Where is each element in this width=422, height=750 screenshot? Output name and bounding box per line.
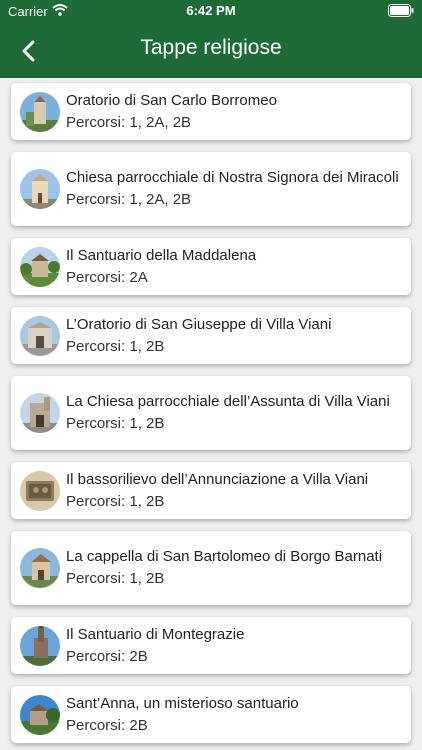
- page-title: Tappe religiose: [140, 36, 282, 59]
- list-item[interactable]: La cappella di San Bartolomeo di Borgo B…: [11, 531, 411, 605]
- stop-routes: Percorsi: 1, 2A, 2B: [66, 113, 192, 131]
- stop-routes: Percorsi: 1, 2B: [66, 337, 165, 355]
- stop-routes: Percorsi: 2B: [66, 647, 148, 665]
- stop-routes: Percorsi: 2A: [66, 268, 148, 286]
- church-thumbnail: [20, 694, 60, 735]
- stop-routes: Percorsi: 2B: [66, 716, 148, 734]
- stops-list: Oratorio di San Carlo Borromeo Percorsi:…: [11, 83, 411, 750]
- stop-name: Chiesa parrocchiale di Nostra Signora de…: [66, 169, 399, 186]
- church-thumbnail: [20, 246, 60, 287]
- stop-routes: Percorsi: 1, 2B: [66, 415, 165, 432]
- navigation-bar: Tappe religiose: [0, 22, 422, 78]
- list-item[interactable]: La Chiesa parrocchiale dell’Assunta di V…: [11, 376, 411, 450]
- stop-name: Oratorio di San Carlo Borromeo: [66, 91, 277, 109]
- church-thumbnail: [20, 91, 60, 132]
- clock: 6:42 PM: [186, 3, 236, 18]
- stop-name: Il Santuario della Maddalena: [66, 246, 257, 264]
- church-thumbnail: [20, 548, 60, 588]
- list-item[interactable]: Il Santuario di Montegrazie Percorsi: 2B: [11, 617, 411, 674]
- list-item[interactable]: Sant’Anna, un misterioso santuario Perco…: [11, 686, 411, 743]
- stop-name: La Chiesa parrocchiale dell’Assunta di V…: [66, 393, 390, 410]
- list-item[interactable]: Il Santuario della Maddalena Percorsi: 2…: [11, 238, 411, 295]
- church-thumbnail: [20, 315, 60, 356]
- stop-name: Il bassorilievo dell’Annunciazione a Vil…: [66, 470, 369, 488]
- stop-routes: Percorsi: 1, 2B: [66, 492, 165, 510]
- church-thumbnail: [20, 625, 60, 666]
- stop-name: Il Santuario di Montegrazie: [66, 625, 245, 643]
- stop-routes: Percorsi: 1, 2B: [66, 570, 165, 587]
- church-thumbnail: [20, 169, 60, 209]
- battery-icon: [388, 4, 414, 20]
- status-bar: Carrier 6:42 PM: [0, 0, 422, 22]
- stop-name: L’Oratorio di San Giuseppe di Villa Vian…: [66, 315, 332, 333]
- list-item[interactable]: L’Oratorio di San Giuseppe di Villa Vian…: [11, 307, 411, 364]
- stop-name: Sant’Anna, un misterioso santuario: [66, 694, 299, 712]
- relief-thumbnail: [20, 470, 60, 511]
- list-item[interactable]: Oratorio di San Carlo Borromeo Percorsi:…: [11, 83, 411, 140]
- stop-routes: Percorsi: 1, 2A, 2B: [66, 191, 192, 208]
- list-item[interactable]: Chiesa parrocchiale di Nostra Signora de…: [11, 152, 411, 226]
- list-item[interactable]: Il bassorilievo dell’Annunciazione a Vil…: [11, 462, 411, 519]
- stop-name: La cappella di San Bartolomeo di Borgo B…: [66, 548, 383, 565]
- church-thumbnail: [20, 393, 60, 433]
